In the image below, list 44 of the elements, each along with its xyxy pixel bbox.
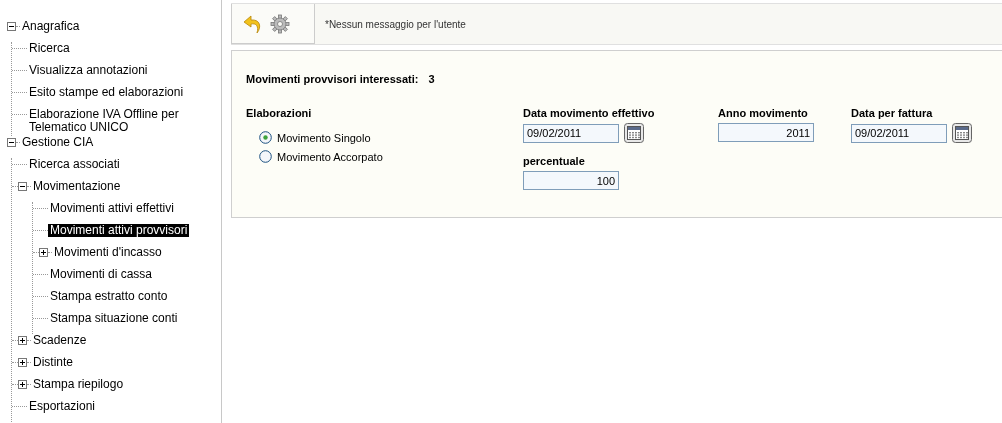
tree-item[interactable]: Anagrafica bbox=[20, 20, 82, 33]
tree-item[interactable]: Distinte bbox=[31, 356, 75, 369]
calendar-icon[interactable] bbox=[624, 123, 644, 143]
radio-button[interactable] bbox=[259, 131, 272, 144]
settings-icon[interactable] bbox=[270, 13, 290, 34]
tree-item[interactable]: Movimenti attivi effettivi bbox=[48, 202, 176, 215]
expand-icon[interactable] bbox=[39, 248, 48, 257]
tree-item[interactable]: Visualizza annotazioni bbox=[27, 64, 150, 77]
tree-item[interactable]: Movimentazione bbox=[31, 180, 123, 193]
calendar-icon[interactable] bbox=[952, 123, 972, 143]
number-field[interactable]: 100 bbox=[523, 171, 619, 190]
group-label: Elaborazioni bbox=[246, 107, 313, 119]
tree-item[interactable]: Esportazioni bbox=[27, 400, 98, 413]
tree-item[interactable]: Movimenti di cassa bbox=[48, 268, 155, 281]
radio-label: Movimento Accorpato bbox=[277, 150, 383, 163]
count-value: 3 bbox=[428, 73, 435, 85]
tree-item[interactable]: Scadenze bbox=[31, 334, 89, 347]
tree-item[interactable]: Ricerca bbox=[27, 42, 72, 55]
number-field[interactable]: 2011 bbox=[718, 123, 814, 142]
collapse-icon[interactable] bbox=[7, 138, 16, 147]
status-message: *Nessun messaggio per l'utente bbox=[325, 18, 466, 30]
tree-item[interactable]: Elaborazione IVA Offline per Telematico UNICO bbox=[27, 108, 196, 134]
field-label: Anno movimento bbox=[718, 107, 809, 119]
collapse-icon[interactable] bbox=[18, 182, 27, 191]
tree-item[interactable]: Stampa situazione conti bbox=[48, 312, 180, 325]
field-label: Data per fattura bbox=[851, 107, 934, 119]
tree-item[interactable]: Movimenti d'incasso bbox=[52, 246, 164, 259]
expand-icon[interactable] bbox=[18, 336, 27, 345]
count-label: Movimenti provvisori interessati: bbox=[246, 73, 419, 85]
date-field[interactable]: 09/02/2011 bbox=[523, 123, 619, 143]
tree-item[interactable]: Movimenti attivi provvisori bbox=[48, 224, 190, 237]
expand-icon[interactable] bbox=[18, 358, 27, 367]
radio-label: Movimento Singolo bbox=[277, 131, 371, 144]
field-label: percentuale bbox=[523, 155, 586, 167]
tree-item[interactable]: Ricerca associati bbox=[27, 158, 122, 171]
tree-item[interactable]: Stampa estratto conto bbox=[48, 290, 170, 303]
tree-item[interactable]: Gestione CIA bbox=[20, 136, 96, 149]
date-field[interactable]: 09/02/2011 bbox=[851, 123, 947, 143]
field-label: Data movimento effettivo bbox=[523, 107, 656, 119]
tree-item[interactable]: Stampa riepilogo bbox=[31, 378, 126, 391]
tree-item[interactable]: Esito stampe ed elaborazioni bbox=[27, 86, 186, 99]
radio-button[interactable] bbox=[259, 150, 272, 163]
expand-icon[interactable] bbox=[18, 380, 27, 389]
collapse-icon[interactable] bbox=[7, 22, 16, 31]
